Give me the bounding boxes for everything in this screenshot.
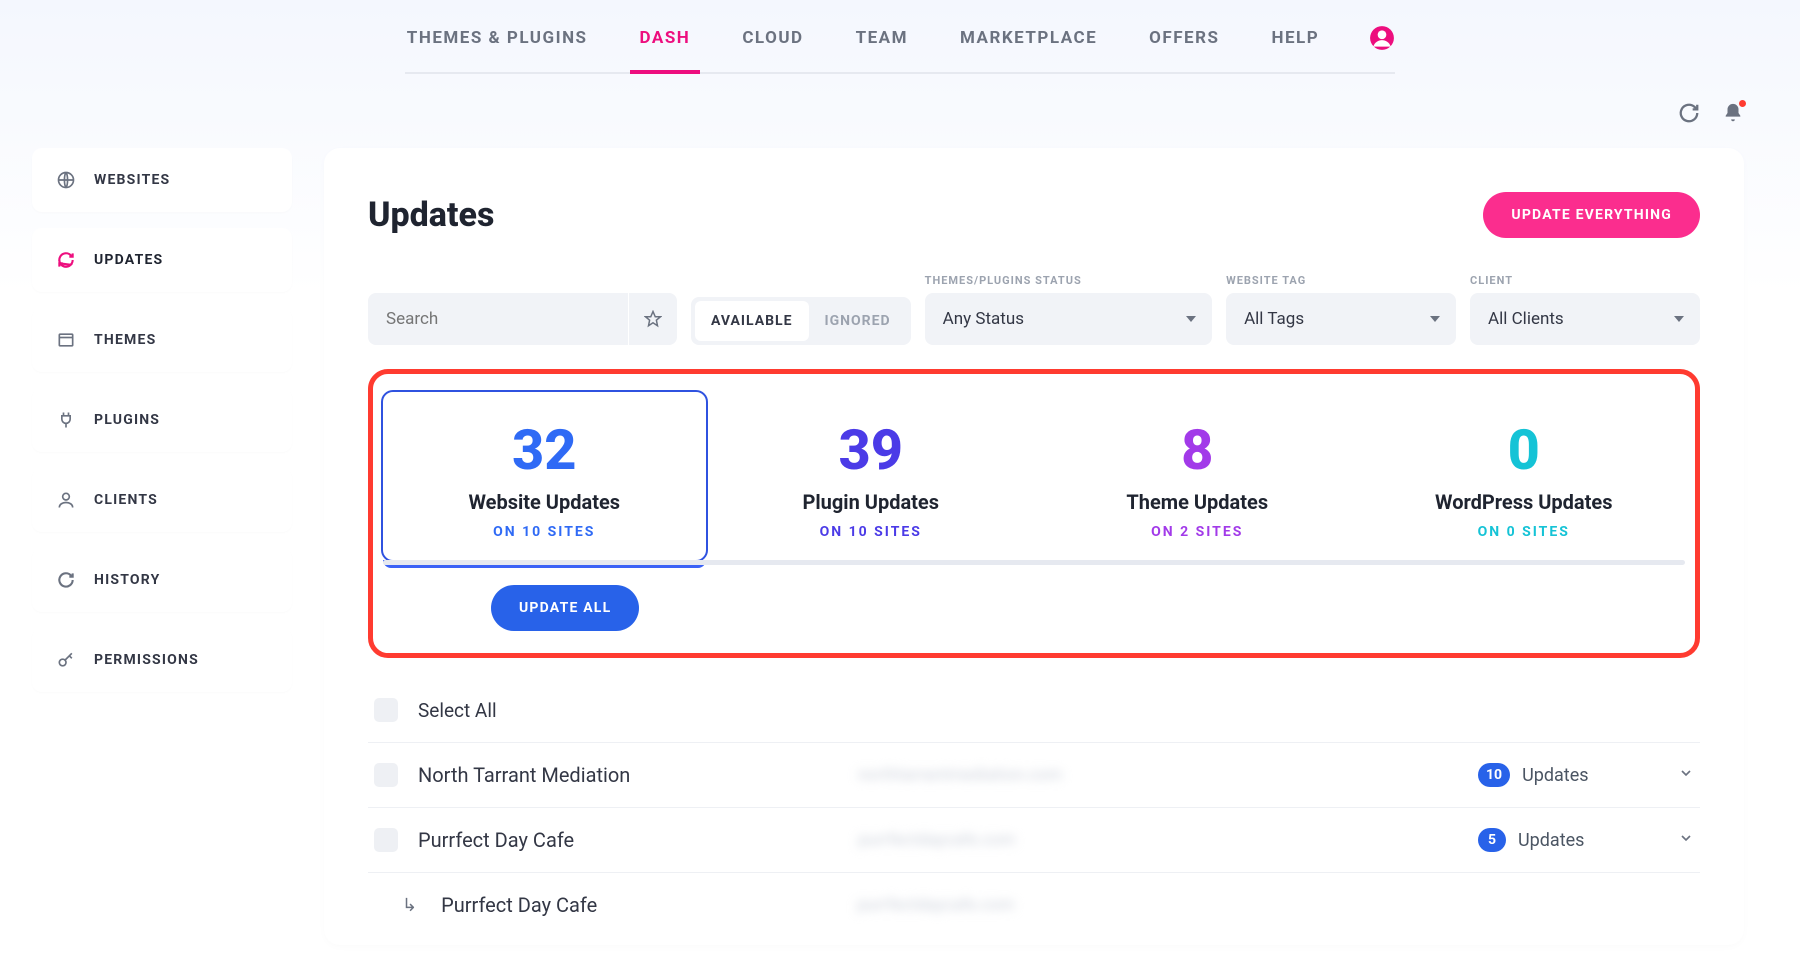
bell-icon[interactable] [1722,102,1744,124]
refresh-icon[interactable] [1678,102,1700,124]
nav-themes-plugins[interactable]: THEMES & PLUGINS [405,24,590,52]
sidebar-label: PLUGINS [94,412,160,428]
filter-tag: WEBSITE TAG All Tags [1226,274,1456,345]
chevron-down-icon[interactable] [1678,765,1694,785]
stat-title: WordPress Updates [1371,490,1678,514]
sidebar-item-clients[interactable]: CLIENTS [32,468,292,532]
sidebar-label: THEMES [94,332,156,348]
top-nav-inner: THEMES & PLUGINS DASH CLOUD TEAM MARKETP… [405,24,1395,74]
updates-count: 5 Updates [1478,828,1658,852]
stat-title: Website Updates [391,490,698,514]
nav-marketplace[interactable]: MARKETPLACE [958,24,1099,52]
select-all-row: Select All [368,678,1700,743]
select-all-label: Select All [418,699,838,722]
stat-website-updates[interactable]: 32 Website Updates ON 10 SITES [381,390,708,562]
stat-theme-updates[interactable]: 8 Theme Updates ON 2 SITES [1034,390,1361,562]
status-select[interactable]: Any Status [925,293,1212,345]
select-all-checkbox[interactable] [374,698,398,722]
plug-icon [56,410,76,430]
toggle-ignored[interactable]: IGNORED [809,301,907,341]
page-header: Updates UPDATE EVERYTHING [368,192,1700,238]
nav-dash[interactable]: DASH [638,24,693,52]
update-everything-button[interactable]: UPDATE EVERYTHING [1483,192,1700,238]
row-checkbox[interactable] [374,828,398,852]
top-nav: THEMES & PLUGINS DASH CLOUD TEAM MARKETP… [0,0,1800,74]
filter-label: THEMES/PLUGINS STATUS [925,274,1212,287]
stat-number: 32 [391,422,698,478]
sub-site-name[interactable]: Purrfect Day Cafe [441,893,837,917]
stat-sub: ON 0 SITES [1371,524,1678,540]
layout: WEBSITES UPDATES THEMES PLUGINS CLIENTS … [0,124,1800,945]
sub-arrow-icon: ↳ [402,895,417,916]
search-wrap [368,293,677,345]
filter-label: CLIENT [1470,274,1700,287]
refresh-icon [56,250,76,270]
user-icon[interactable] [1369,25,1395,51]
sidebar-label: CLIENTS [94,492,158,508]
stat-sub: ON 10 SITES [718,524,1025,540]
toggle-available[interactable]: AVAILABLE [695,301,809,341]
stat-plugin-updates[interactable]: 39 Plugin Updates ON 10 SITES [708,390,1035,562]
sidebar-label: HISTORY [94,572,160,588]
sidebar-item-updates[interactable]: UPDATES [32,228,292,292]
site-row: North Tarrant Mediation northtarrantmedi… [368,743,1700,808]
update-all-button[interactable]: UPDATE ALL [491,585,639,631]
sidebar-item-permissions[interactable]: PERMISSIONS [32,628,292,692]
stat-sub: ON 10 SITES [391,524,698,540]
stat-title: Theme Updates [1044,490,1351,514]
chevron-down-icon[interactable] [1678,830,1694,850]
stats-underline [383,560,1685,565]
stat-sub: ON 2 SITES [1044,524,1351,540]
site-domain: purrfectdaycafe.com [858,830,1458,850]
filter-status: THEMES/PLUGINS STATUS Any Status [925,274,1212,345]
main-panel: Updates UPDATE EVERYTHING AVAILABLE IGNO… [324,148,1744,945]
stats-row: 32 Website Updates ON 10 SITES 39 Plugin… [381,390,1687,562]
sub-site-domain: purrfectdaycafe.com [857,895,1694,915]
nav-team[interactable]: TEAM [854,24,910,52]
sidebar-item-history[interactable]: HISTORY [32,548,292,612]
updates-count: 10 Updates [1478,763,1658,787]
filter-label: WEBSITE TAG [1226,274,1456,287]
sidebar-item-plugins[interactable]: PLUGINS [32,388,292,452]
sidebar-label: PERMISSIONS [94,652,199,668]
tag-select[interactable]: All Tags [1226,293,1456,345]
sidebar-item-websites[interactable]: WEBSITES [32,148,292,212]
history-icon [56,570,76,590]
nav-offers[interactable]: OFFERS [1147,24,1221,52]
availability-toggle: AVAILABLE IGNORED [691,297,911,345]
row-checkbox[interactable] [374,763,398,787]
updates-label: Updates [1522,765,1588,786]
filter-client: CLIENT All Clients [1470,274,1700,345]
stat-number: 8 [1044,422,1351,478]
stat-title: Plugin Updates [718,490,1025,514]
count-badge: 5 [1478,828,1506,852]
sidebar: WEBSITES UPDATES THEMES PLUGINS CLIENTS … [32,148,292,945]
person-icon [56,490,76,510]
globe-icon [56,170,76,190]
action-row [0,74,1800,124]
highlight-box: 32 Website Updates ON 10 SITES 39 Plugin… [368,369,1700,658]
updates-label: Updates [1518,830,1584,851]
site-row: Purrfect Day Cafe purrfectdaycafe.com 5 … [368,808,1700,873]
client-select[interactable]: All Clients [1470,293,1700,345]
page-title: Updates [368,195,494,235]
site-name[interactable]: North Tarrant Mediation [418,763,838,787]
sidebar-item-themes[interactable]: THEMES [32,308,292,372]
nav-help[interactable]: HELP [1269,24,1321,52]
sidebar-label: WEBSITES [94,172,170,188]
site-domain: northtarrantmediation.com [858,765,1458,785]
stat-wordpress-updates[interactable]: 0 WordPress Updates ON 0 SITES [1361,390,1688,562]
site-name[interactable]: Purrfect Day Cafe [418,828,838,852]
site-sub-row: ↳ Purrfect Day Cafe purrfectdaycafe.com [368,873,1700,937]
filters-row: AVAILABLE IGNORED THEMES/PLUGINS STATUS … [368,274,1700,345]
stat-number: 0 [1371,422,1678,478]
layout-icon [56,330,76,350]
stat-number: 39 [718,422,1025,478]
key-icon [56,650,76,670]
nav-cloud[interactable]: CLOUD [740,24,805,52]
count-badge: 10 [1478,763,1510,787]
favorite-icon[interactable] [629,293,677,345]
search-input[interactable] [368,293,628,345]
sidebar-label: UPDATES [94,252,163,268]
